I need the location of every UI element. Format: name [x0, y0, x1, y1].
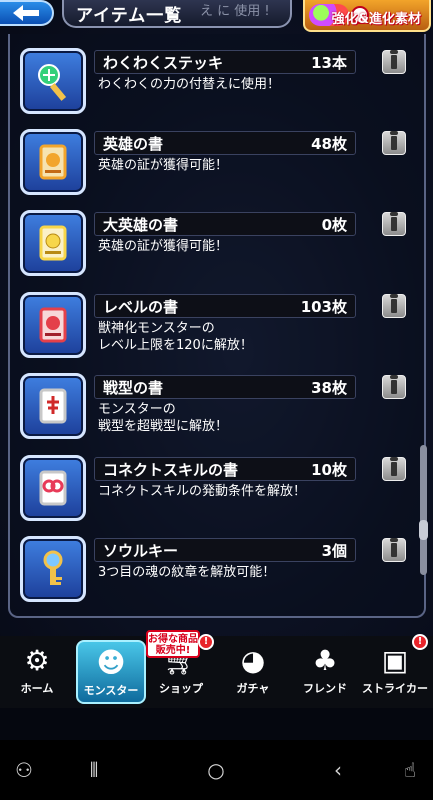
info-button[interactable]: [382, 131, 406, 155]
info-button[interactable]: [382, 538, 406, 562]
item-name: 英雄の書: [103, 135, 164, 153]
info-icon: [390, 538, 398, 557]
list-item: コネクトスキルの書 10枚 コネクトスキルの発動条件を解放！: [20, 455, 406, 521]
item-name-bar: 戦型の書 38枚: [94, 375, 356, 399]
info-icon: [390, 131, 398, 150]
item-name: ソウルキー: [103, 542, 179, 560]
info-button[interactable]: [382, 375, 406, 399]
shop-deal-badge: お得な商品 販売中!: [146, 630, 200, 658]
list-item: レベルの書 103枚 獣神化モンスターの レベル上限を120に解放！: [20, 292, 406, 358]
page-title: アイテム一覧: [76, 5, 183, 26]
item-name-bar: 大英雄の書 0枚: [94, 212, 356, 236]
magic-wand-icon: [20, 48, 86, 114]
item-count: 10枚: [311, 461, 347, 479]
material-shortcut-button[interactable]: 強化&進化素材: [303, 0, 431, 32]
recent-apps-icon[interactable]: ⦀: [80, 758, 108, 782]
notification-badge: !: [198, 634, 214, 650]
item-name-bar: ソウルキー 3個: [94, 538, 356, 562]
list-item: 戦型の書 38枚 モンスターの 戦型を超戦型に解放！: [20, 373, 406, 439]
list-scrollbar[interactable]: [420, 445, 427, 575]
item-name-bar: わくわくステッキ 13本: [94, 50, 356, 74]
level-scroll-icon: [20, 292, 86, 358]
material-shortcut-label: 強化&進化素材: [331, 12, 421, 27]
item-name-bar: レベルの書 103枚: [94, 294, 356, 318]
item-name: 戦型の書: [103, 379, 164, 397]
tab-label: ショップ: [159, 682, 203, 695]
notification-badge: !: [412, 634, 428, 650]
tab-label: ホーム: [20, 682, 54, 695]
tab-home[interactable]: ⚙ ホーム: [2, 640, 72, 704]
monster-icon: ☻: [96, 646, 126, 679]
hero-scroll-icon: [20, 129, 86, 195]
item-description: コネクトスキルの発動条件を解放！: [98, 484, 307, 499]
back-arrow-icon: [13, 5, 39, 21]
list-item: ソウルキー 3個 3つ目の魂の紋章を解放可能！: [20, 536, 406, 602]
item-name: わくわくステッキ: [103, 54, 224, 72]
item-name-bar: コネクトスキルの書 10枚: [94, 457, 356, 481]
tab-gacha[interactable]: ◕ ガチャ: [218, 640, 288, 704]
great-hero-scroll-icon: [20, 210, 86, 276]
tab-friend[interactable]: ♣ フレンド: [290, 640, 360, 704]
home-icon[interactable]: ○: [202, 758, 230, 782]
tab-label: モンスター: [83, 684, 139, 697]
item-description: 英雄の証が獲得可能！: [98, 239, 229, 254]
info-icon: [390, 457, 398, 476]
tab-monster[interactable]: ☻ モンスター: [76, 640, 146, 704]
item-count: 3個: [321, 542, 347, 560]
list-item: わくわくステッキ 13本 わくわくの力の付替えに使用！: [20, 48, 406, 114]
home-gear-icon: ⚙: [24, 644, 50, 677]
scrollbar-grip[interactable]: [419, 520, 428, 540]
system-navigation-bar: ⚇ ⦀ ○ ‹ ☝: [0, 740, 433, 800]
soul-key-icon: [20, 536, 86, 602]
item-description: 獣神化モンスターの レベル上限を120に解放！: [98, 321, 253, 353]
info-button[interactable]: [382, 212, 406, 236]
item-count: 0枚: [321, 216, 347, 234]
battle-type-scroll-icon: [20, 373, 86, 439]
item-count: 38枚: [311, 379, 347, 397]
tab-label: ガチャ: [236, 682, 270, 695]
info-icon: [390, 375, 398, 394]
item-count: 48枚: [311, 135, 347, 153]
item-description: 3つ目の魂の紋章を解放可能！: [98, 565, 276, 580]
info-icon: [390, 50, 398, 69]
connect-skill-scroll-icon: [20, 455, 86, 521]
item-count: 13本: [311, 54, 347, 72]
item-description: わくわくの力の付替えに使用！: [98, 77, 281, 92]
item-name: 大英雄の書: [103, 216, 179, 234]
friend-icon: ♣: [312, 644, 338, 677]
back-button[interactable]: [0, 0, 54, 26]
info-icon: [390, 294, 398, 313]
info-button[interactable]: [382, 50, 406, 74]
item-name: レベルの書: [103, 298, 179, 316]
item-name-bar: 英雄の書 48枚: [94, 131, 356, 155]
info-icon: [390, 212, 398, 231]
tab-label: ストライカー: [362, 682, 428, 695]
item-name: コネクトスキルの書: [103, 461, 239, 479]
game-controller-icon[interactable]: ⚇: [10, 758, 38, 782]
item-count: 103枚: [300, 298, 347, 316]
list-item: 英雄の書 48枚 英雄の証が獲得可能！: [20, 129, 406, 195]
item-description: 英雄の証が獲得可能！: [98, 158, 229, 173]
header: アイテム一覧 え に 使用 ! 強化&進化素材: [0, 0, 433, 34]
item-description: モンスターの 戦型を超戦型に解放！: [98, 402, 229, 434]
list-item: 大英雄の書 0枚 英雄の証が獲得可能！: [20, 210, 406, 276]
striker-card-icon: ▣: [381, 644, 409, 677]
info-button[interactable]: [382, 294, 406, 318]
tab-label: フレンド: [303, 682, 347, 695]
gacha-icon: ◕: [240, 644, 266, 677]
back-icon[interactable]: ‹: [324, 758, 352, 782]
header-subtitle-fragment: え に 使用 !: [200, 4, 270, 19]
touch-lock-icon[interactable]: ☝: [396, 758, 424, 782]
info-button[interactable]: [382, 457, 406, 481]
